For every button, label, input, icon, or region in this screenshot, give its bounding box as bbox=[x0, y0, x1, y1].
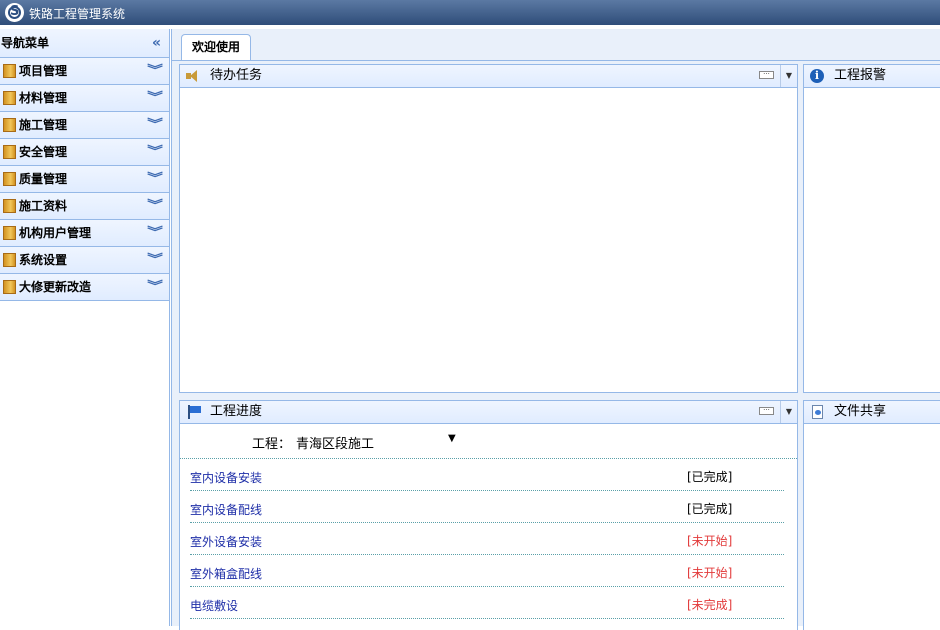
task-row: 室外设备安装 [未开始] bbox=[190, 523, 784, 555]
folder-icon bbox=[3, 199, 16, 213]
info-icon: i bbox=[810, 69, 824, 83]
sidebar-item-label: 施工资料 bbox=[19, 199, 68, 213]
task-row: 室内设备安装 [已完成] bbox=[190, 459, 784, 491]
sidebar-item[interactable]: 材料管理 ︾ bbox=[0, 85, 169, 112]
sidebar-item-label: 质量管理 bbox=[19, 172, 68, 186]
sidebar-header: 导航菜单 « bbox=[0, 29, 169, 58]
more-icon[interactable]: ··· bbox=[759, 71, 774, 79]
task-status: [已完成] bbox=[687, 470, 733, 484]
task-status: [未开始] bbox=[687, 534, 733, 548]
sidebar-item-label: 安全管理 bbox=[19, 145, 68, 159]
sidebar-item-label: 材料管理 bbox=[19, 91, 68, 105]
folder-icon bbox=[3, 64, 16, 78]
todo-panel: 待办任务 ··· ▼ bbox=[179, 64, 798, 393]
select-arrow-icon[interactable]: ▼ bbox=[448, 433, 456, 444]
alarm-panel: i 工程报警 bbox=[803, 64, 940, 393]
expand-chevron-icon[interactable]: ︾ bbox=[147, 192, 163, 218]
app-title: 铁路工程管理系统 bbox=[29, 7, 126, 21]
speaker-icon bbox=[186, 69, 202, 83]
task-link[interactable]: 室外箱盒配线 bbox=[190, 565, 262, 582]
sidebar-item-label: 机构用户管理 bbox=[19, 226, 92, 240]
sidebar-item-label: 大修更新改造 bbox=[19, 280, 92, 294]
expand-chevron-icon[interactable]: ︾ bbox=[147, 138, 163, 164]
sidebar-item[interactable]: 施工管理 ︾ bbox=[0, 112, 169, 139]
task-row: 电缆敷设 [未完成] bbox=[190, 587, 784, 619]
sidebar-item[interactable]: 大修更新改造 ︾ bbox=[0, 274, 169, 301]
expand-chevron-icon[interactable]: ︾ bbox=[147, 165, 163, 191]
task-link[interactable]: 室内设备安装 bbox=[190, 469, 262, 486]
progress-panel-header: 工程进度 ··· ▼ bbox=[180, 401, 797, 424]
progress-panel: 工程进度 ··· ▼ 工程： 青海区段施工 ▼ 室内设备安装 [已完成] 室内设备配… bbox=[179, 400, 798, 630]
s-logo-icon bbox=[5, 3, 24, 22]
expand-chevron-icon[interactable]: ︾ bbox=[147, 57, 163, 83]
alarm-panel-header: i 工程报警 bbox=[804, 65, 940, 88]
share-panel: 文件共享 bbox=[803, 400, 940, 630]
expand-chevron-icon[interactable]: ︾ bbox=[147, 219, 163, 245]
task-row: 室内设备配线 [已完成] bbox=[190, 491, 784, 523]
sidebar-item[interactable]: 安全管理 ︾ bbox=[0, 139, 169, 166]
share-panel-header: 文件共享 bbox=[804, 401, 940, 424]
sidebar-item-label: 施工管理 bbox=[19, 118, 68, 132]
more-icon[interactable]: ··· bbox=[759, 407, 774, 415]
folder-icon bbox=[3, 118, 16, 132]
todo-panel-title: 待办任务 bbox=[210, 68, 263, 83]
sidebar-title: 导航菜单 bbox=[1, 36, 50, 50]
expand-chevron-icon[interactable]: ︾ bbox=[147, 84, 163, 110]
nav-sidebar: 导航菜单 « 项目管理 ︾ 材料管理 ︾ 施工管理 ︾ 安全管理 ︾ 质量管理 ︾ 施工资料 ︾ 机构用… bbox=[0, 29, 170, 626]
dropdown-arrow-icon[interactable]: ▼ bbox=[780, 65, 797, 87]
folder-icon bbox=[3, 226, 16, 240]
task-link[interactable]: 电缆敷设 bbox=[190, 597, 238, 614]
task-row: 室外箱盒配线 [未开始] bbox=[190, 555, 784, 587]
app-title-bar: 铁路工程管理系统 bbox=[0, 0, 940, 25]
sidebar-item-label: 项目管理 bbox=[19, 64, 68, 78]
tab-strip: 欢迎使用 bbox=[172, 29, 940, 61]
project-label: 工程： bbox=[252, 437, 292, 452]
sidebar-item-label: 系统设置 bbox=[19, 253, 68, 267]
folder-icon bbox=[3, 280, 16, 294]
sidebar-item[interactable]: 机构用户管理 ︾ bbox=[0, 220, 169, 247]
task-link[interactable]: 室外设备安装 bbox=[190, 533, 262, 550]
todo-panel-header: 待办任务 ··· ▼ bbox=[180, 65, 797, 88]
expand-chevron-icon[interactable]: ︾ bbox=[147, 273, 163, 299]
task-status: [未开始] bbox=[687, 566, 733, 580]
expand-chevron-icon[interactable]: ︾ bbox=[147, 111, 163, 137]
expand-chevron-icon[interactable]: ︾ bbox=[147, 246, 163, 272]
folder-icon bbox=[3, 91, 16, 105]
project-selector-row: 工程： 青海区段施工 ▼ bbox=[180, 423, 797, 459]
main-area: 欢迎使用 待办任务 ··· ▼ i 工程报警 工程进度 ··· ▼ 工程： 青海… bbox=[171, 29, 940, 630]
task-link[interactable]: 室内设备配线 bbox=[190, 501, 262, 518]
project-select[interactable]: 青海区段施工 bbox=[296, 433, 374, 452]
folder-icon bbox=[3, 172, 16, 186]
collapse-double-chevron-icon[interactable]: « bbox=[152, 29, 161, 57]
progress-panel-title: 工程进度 bbox=[210, 404, 263, 419]
sidebar-item[interactable]: 质量管理 ︾ bbox=[0, 166, 169, 193]
task-status: [已完成] bbox=[687, 502, 733, 516]
share-panel-title: 文件共享 bbox=[834, 404, 887, 419]
sidebar-item[interactable]: 项目管理 ︾ bbox=[0, 58, 169, 85]
dropdown-arrow-icon[interactable]: ▼ bbox=[780, 401, 797, 423]
sidebar-item[interactable]: 系统设置 ︾ bbox=[0, 247, 169, 274]
folder-icon bbox=[3, 253, 16, 267]
alarm-panel-title: 工程报警 bbox=[834, 68, 887, 83]
task-status: [未完成] bbox=[687, 598, 733, 612]
flag-icon bbox=[186, 405, 202, 419]
sidebar-item[interactable]: 施工资料 ︾ bbox=[0, 193, 169, 220]
folder-icon bbox=[3, 145, 16, 159]
tab-welcome[interactable]: 欢迎使用 bbox=[181, 34, 251, 60]
document-icon bbox=[810, 405, 826, 419]
